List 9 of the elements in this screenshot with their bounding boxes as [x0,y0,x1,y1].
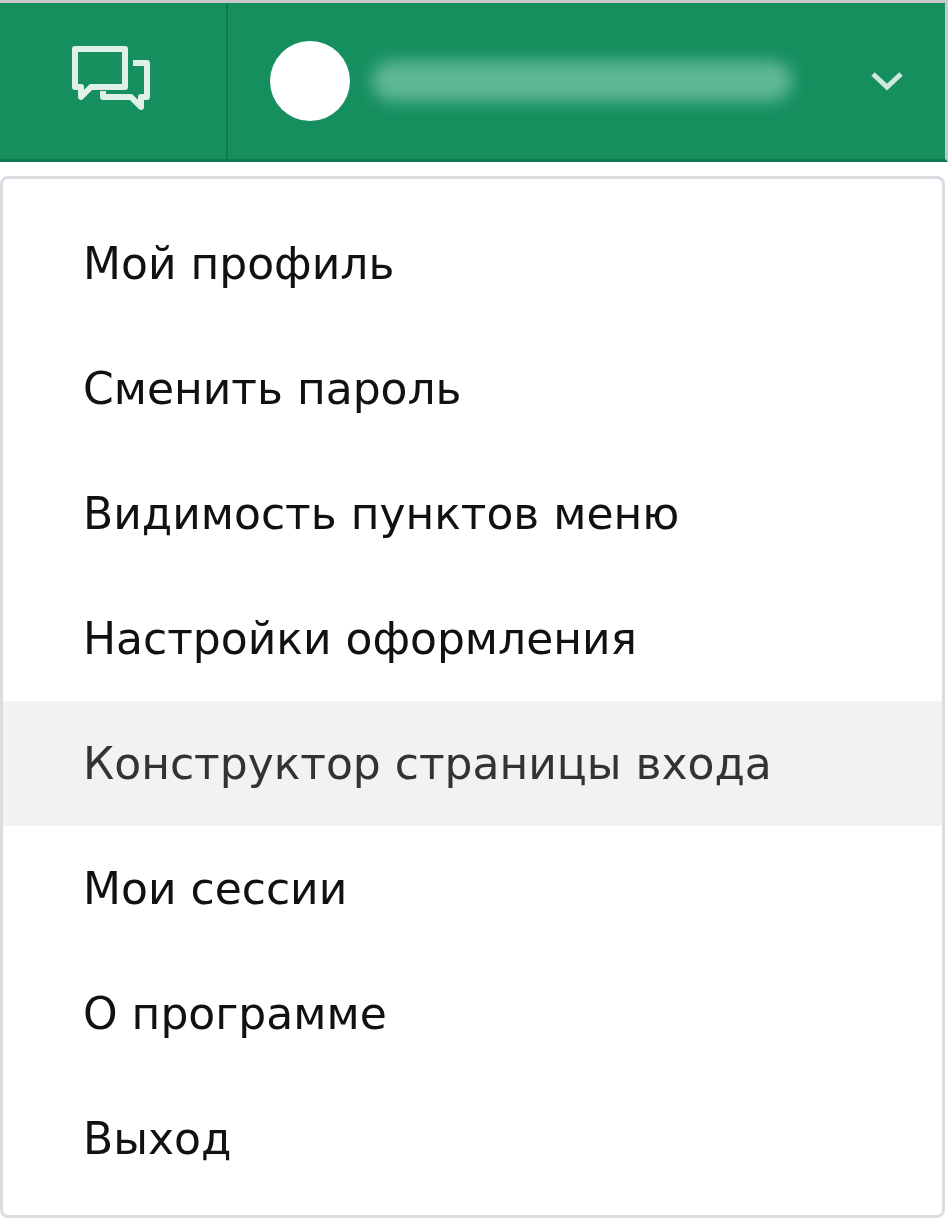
menu-item[interactable]: Мои сессии [3,826,942,951]
menu-item[interactable]: Мой профиль [3,201,942,326]
menu-item[interactable]: Настройки оформления [3,576,942,701]
menu-item[interactable]: Конструктор страницы входа [3,701,942,826]
chevron-down-icon [869,70,905,92]
menu-item[interactable]: Видимость пунктов меню [3,451,942,576]
menu-item[interactable]: Сменить пароль [3,326,942,451]
menu-item[interactable]: О программе [3,951,942,1076]
menu-item[interactable]: Выход [3,1076,942,1201]
